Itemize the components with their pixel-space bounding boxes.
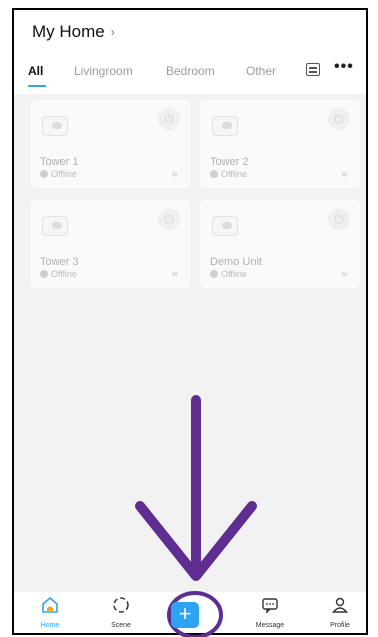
- add-device-button[interactable]: +: [171, 602, 199, 628]
- annotation-arrow: [135, 395, 257, 637]
- plus-icon: +: [178, 601, 192, 626]
